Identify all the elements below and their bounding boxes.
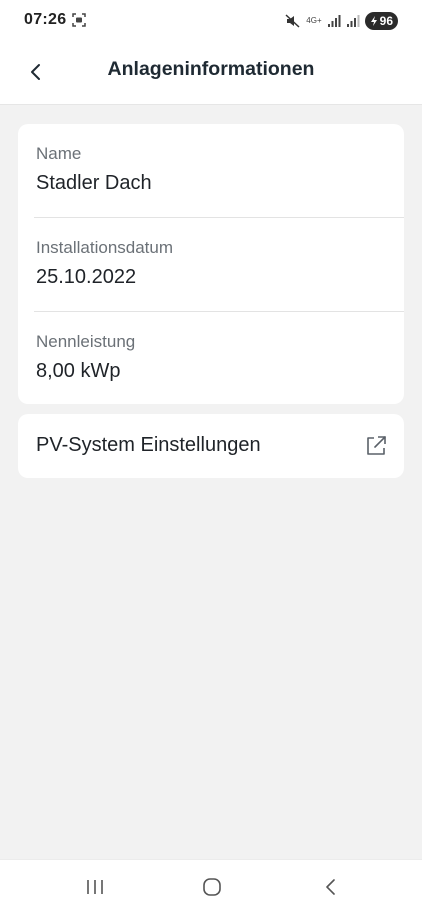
screen: 07:26 4G+ 96 Anlageninformationen Name S… [0,0,422,913]
status-icons: 4G+ 96 [285,11,398,31]
installation-date-value: 25.10.2022 [36,266,137,288]
info-row-installation-date: Installationsdatum 25.10.2022 [36,218,404,311]
pv-system-settings-label: PV-System Einstellungen [36,434,261,456]
charging-icon [370,16,377,26]
mute-icon [285,14,300,28]
nav-home-button[interactable] [182,860,242,913]
system-nav-bar [0,859,422,913]
name-value: Stadler Dach [36,172,152,194]
installation-date-label: Installationsdatum [36,238,174,257]
page-title: Anlageninformationen [107,58,315,80]
nominal-power-value: 8,00 kWp [36,360,121,382]
nominal-power-label: Nennleistung [36,332,136,351]
info-row-nominal-power: Nennleistung 8,00 kWp [36,312,404,405]
system-info-card: Name Stadler Dach Installationsdatum 25.… [18,124,404,404]
name-label: Name [36,144,82,163]
external-link-icon [367,436,386,455]
back-icon [326,879,335,895]
battery-level: 96 [379,14,393,28]
status-time: 07:26 [24,11,67,28]
screen-recorder-icon [72,13,86,27]
battery-indicator: 96 [364,12,398,30]
signal-icon [327,15,341,27]
status-bar: 07:26 4G+ 96 [0,0,422,42]
home-icon [203,878,221,896]
recents-icon [87,880,103,894]
signal-2-icon [346,15,360,27]
nav-back-button[interactable] [301,860,361,913]
pv-system-settings-button[interactable]: PV-System Einstellungen [18,414,404,478]
network-type-label: 4G+ [306,16,322,25]
nav-recents-button[interactable] [65,860,125,913]
app-bar: Anlageninformationen [0,42,422,105]
info-row-name: Name Stadler Dach [36,124,404,217]
